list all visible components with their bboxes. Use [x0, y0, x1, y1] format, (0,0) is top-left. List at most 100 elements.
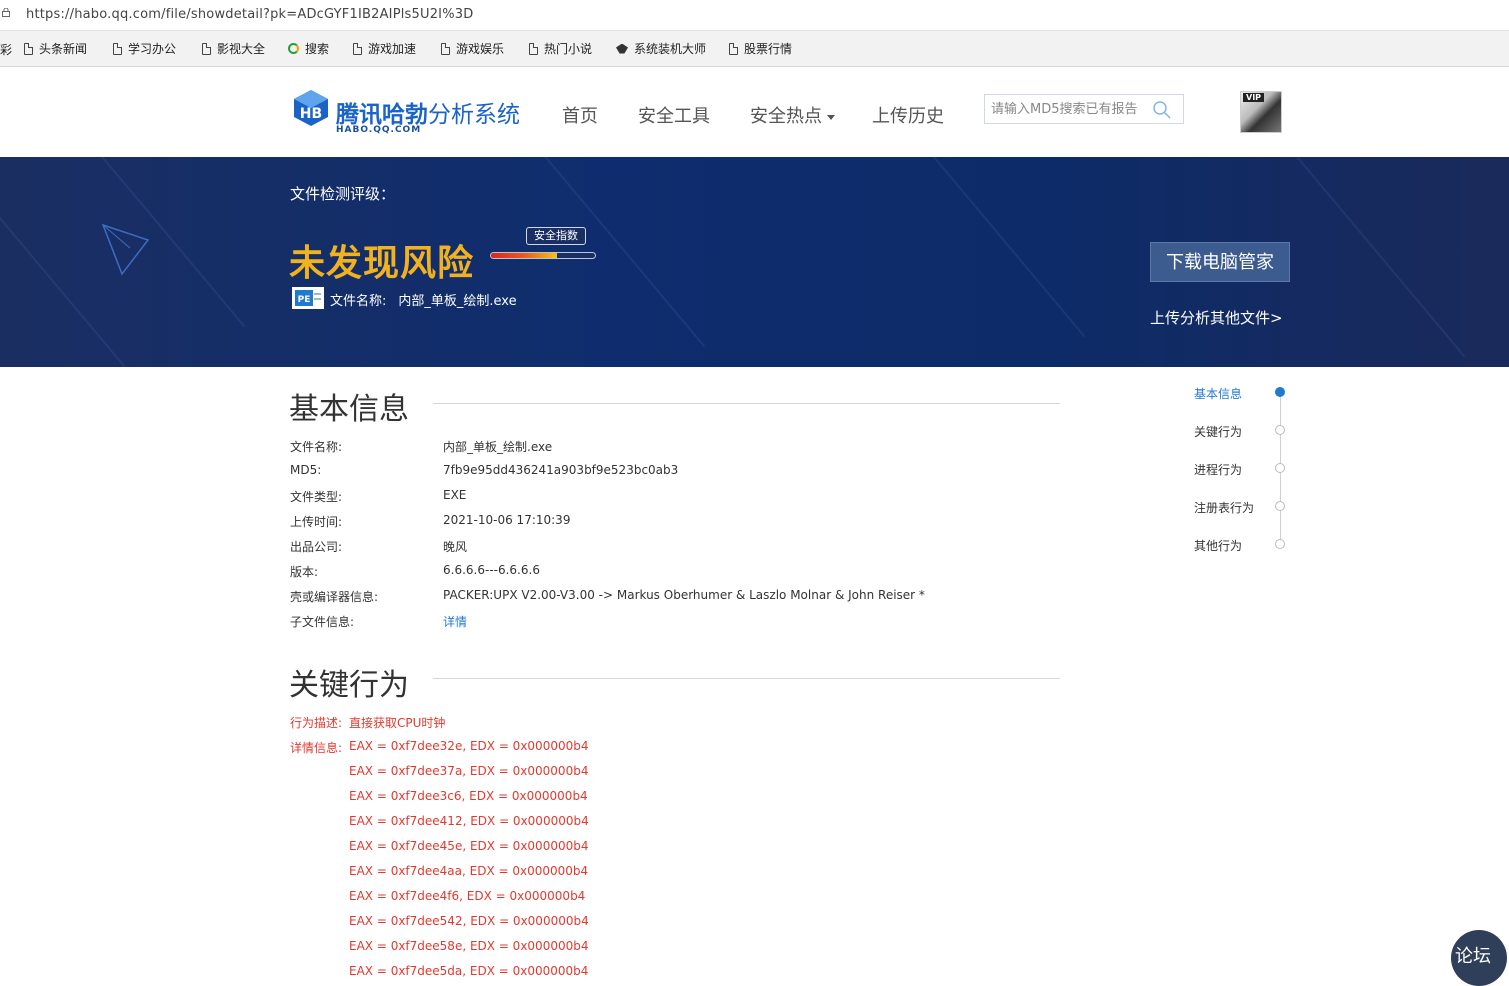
nav-security-hotspots[interactable]: 安全热点: [750, 102, 835, 128]
section-title-behavior: 关键行为: [289, 668, 409, 703]
section-nav-dot-active[interactable]: [1275, 387, 1285, 397]
bookmarks-bar: 彩 头条新闻 学习办公 影视大全 搜索 游戏加速 游戏娱乐 热门小说 系统装机大…: [0, 31, 1509, 67]
decorative-triangle-icon: [101, 223, 150, 276]
bookmark-item[interactable]: 影视大全: [202, 40, 265, 57]
system-tool-icon: [616, 43, 628, 54]
info-value: EXE: [443, 488, 467, 502]
page-icon: [353, 42, 362, 55]
behavior-detail-label: 详情信息:: [290, 741, 343, 755]
bookmark-item[interactable]: 游戏加速: [353, 40, 416, 57]
rating-result: 未发现风险: [289, 243, 475, 284]
safety-index-fill: [491, 253, 557, 258]
behavior-detail-line: EAX = 0xf7dee32e, EDX = 0x000000b4: [349, 739, 589, 753]
section-nav-dot[interactable]: [1275, 539, 1285, 549]
upload-other-file-link[interactable]: 上传分析其他文件>: [1150, 307, 1283, 328]
download-pc-manager-button[interactable]: 下载电脑管家: [1150, 242, 1290, 282]
bookmark-label: 搜索: [305, 42, 330, 56]
behavior-desc-label: 行为描述:: [290, 716, 343, 730]
bookmark-item[interactable]: 股票行情: [729, 40, 792, 57]
page-icon: [113, 42, 122, 55]
bookmark-item[interactable]: 头条新闻: [24, 40, 87, 57]
site-logo-text[interactable]: 腾讯哈勃分析系统: [336, 95, 520, 129]
watermark-text: 论坛: [1455, 946, 1491, 967]
section-nav-dot[interactable]: [1275, 501, 1285, 511]
nav-upload-history[interactable]: 上传历史: [872, 102, 944, 128]
page-icon: [202, 42, 211, 55]
page-icon: [729, 42, 738, 55]
behavior-detail-line: EAX = 0xf7dee542, EDX = 0x000000b4: [349, 914, 589, 928]
file-name-value: 内部_单板_绘制.exe: [398, 294, 517, 309]
bookmark-label: 学习办公: [128, 42, 177, 56]
bookmark-item[interactable]: 学习办公: [113, 40, 176, 57]
info-key: 壳或编译器信息:: [290, 590, 379, 604]
bookmark-label: 游戏加速: [368, 42, 417, 56]
section-title-basic: 基本信息: [289, 392, 409, 427]
info-key: 子文件信息:: [290, 615, 355, 629]
logo-light-text: 分析系统: [428, 102, 520, 128]
section-nav-dot[interactable]: [1275, 463, 1285, 473]
md5-search-input[interactable]: [985, 95, 1157, 123]
file-name-label: 文件名称:: [330, 294, 387, 309]
rating-label: 文件检测评级：: [290, 185, 396, 203]
info-key: 文件类型:: [290, 490, 343, 504]
behavior-detail-line: EAX = 0xf7dee412, EDX = 0x000000b4: [349, 814, 589, 828]
info-key: 文件名称:: [290, 440, 343, 454]
pe-icon-text: PE: [298, 295, 311, 305]
page-icon: [529, 42, 538, 55]
info-value: PACKER:UPX V2.00-V3.00 -> Markus Oberhum…: [443, 588, 925, 602]
sub-file-details-link[interactable]: 详情: [443, 613, 467, 630]
behavior-detail-line: EAX = 0xf7dee5da, EDX = 0x000000b4: [349, 964, 589, 978]
nav-home[interactable]: 首页: [562, 102, 598, 128]
bookmark-item[interactable]: 搜索: [288, 40, 329, 57]
vip-badge: VIP: [1243, 93, 1265, 102]
behavior-detail-line: EAX = 0xf7dee37a, EDX = 0x000000b4: [349, 764, 589, 778]
logo-domain: HABO.QQ.COM: [336, 125, 422, 135]
info-value: 6.6.6.6---6.6.6.6: [443, 563, 540, 577]
section-nav-dot[interactable]: [1275, 425, 1285, 435]
url-text[interactable]: https://habo.qq.com/file/showdetail?pk=A…: [26, 7, 473, 22]
behavior-detail-line: EAX = 0xf7dee3c6, EDX = 0x000000b4: [349, 789, 588, 803]
md5-search-box: [984, 94, 1184, 124]
svg-text:HB: HB: [300, 106, 322, 122]
safety-index-bar: [490, 252, 596, 259]
address-bar[interactable]: https://habo.qq.com/file/showdetail?pk=A…: [0, 0, 1509, 31]
banner-streak: [1296, 157, 1466, 358]
bookmark-label: 股票行情: [744, 42, 793, 56]
section-divider: [433, 678, 1060, 679]
forum-watermark-logo: 论坛: [1451, 930, 1507, 986]
bookmark-label: 系统装机大师: [634, 42, 707, 56]
page-icon: [441, 42, 450, 55]
user-avatar[interactable]: VIP: [1240, 91, 1282, 133]
safety-index-label: 安全指数: [526, 227, 586, 245]
bookmark-label: 游戏娱乐: [456, 42, 505, 56]
banner-streak: [916, 157, 1086, 338]
info-key: 版本:: [290, 565, 319, 579]
bookmark-item[interactable]: 系统装机大师: [616, 40, 706, 57]
behavior-detail-line: EAX = 0xf7dee45e, EDX = 0x000000b4: [349, 839, 589, 853]
pe-file-icon: PE: [292, 287, 324, 309]
info-value: 晚风: [443, 540, 468, 554]
page-info-icon[interactable]: [2, 8, 10, 17]
section-divider: [433, 403, 1060, 404]
page-icon: [24, 42, 33, 55]
chevron-down-icon: [827, 114, 835, 120]
nav-security-tools[interactable]: 安全工具: [638, 102, 710, 128]
search-icon[interactable]: [1152, 100, 1172, 120]
behavior-desc: 直接获取CPU时钟: [349, 716, 446, 730]
info-key: 上传时间:: [290, 515, 343, 529]
banner-file-name: 文件名称: 内部_单板_绘制.exe: [330, 290, 517, 309]
info-value: 内部_单板_绘制.exe: [443, 440, 553, 454]
search-engine-icon: [288, 43, 299, 54]
info-key: MD5:: [290, 463, 322, 477]
bookmark-item[interactable]: 游戏娱乐: [441, 40, 504, 57]
bookmark-label: 影视大全: [217, 42, 266, 56]
bookmark-item[interactable]: 热门小说: [529, 40, 592, 57]
bookmark-clipped-label[interactable]: 彩: [0, 41, 12, 58]
bookmark-label: 热门小说: [544, 42, 593, 56]
info-value: 7fb9e95dd436241a903bf9e523bc0ab3: [443, 463, 679, 477]
behavior-detail-line: EAX = 0xf7dee4aa, EDX = 0x000000b4: [349, 864, 589, 878]
info-value: 2021-10-06 17:10:39: [443, 513, 571, 527]
habo-logo-icon[interactable]: HB: [291, 88, 331, 128]
info-key: 出品公司:: [290, 540, 343, 554]
behavior-detail-line: EAX = 0xf7dee58e, EDX = 0x000000b4: [349, 939, 589, 953]
